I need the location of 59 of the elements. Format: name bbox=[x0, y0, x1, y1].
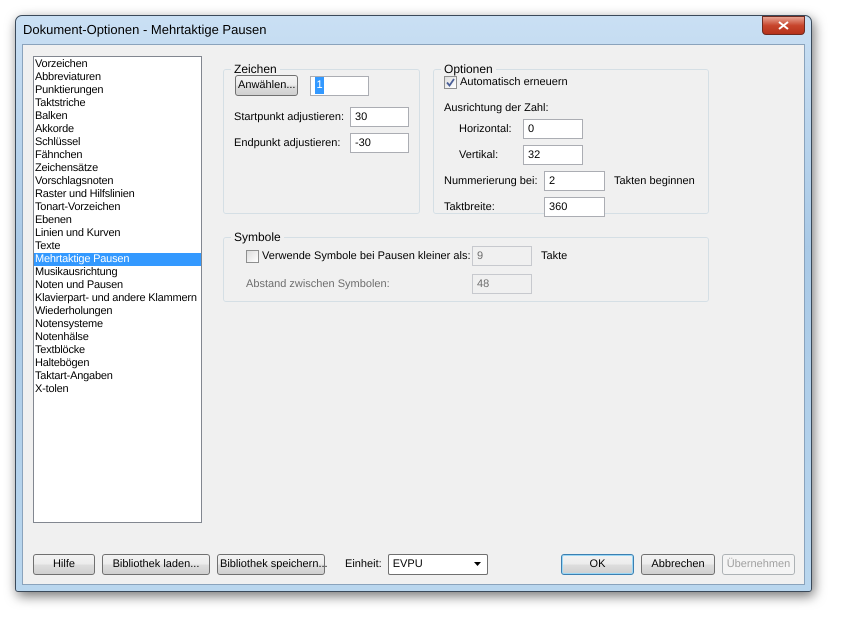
field-label: Vertikal: bbox=[459, 148, 500, 163]
list-item[interactable]: Noten und Pausen bbox=[34, 279, 201, 292]
list-item[interactable]: Taktstriche bbox=[34, 97, 201, 110]
list-item[interactable]: Notenhälse bbox=[34, 331, 201, 344]
list-item[interactable]: Punktierungen bbox=[34, 84, 201, 97]
list-item[interactable]: Tonart-Vorzeichen bbox=[34, 201, 201, 214]
group-title: Optionen bbox=[443, 62, 494, 76]
list-item[interactable]: Notensysteme bbox=[34, 318, 201, 331]
caret-icon bbox=[474, 562, 481, 566]
list-item[interactable]: Fähnchen bbox=[34, 149, 201, 162]
list-item[interactable]: Vorschlagsnoten bbox=[34, 175, 201, 188]
field-label: Takten beginnen bbox=[614, 174, 695, 189]
field-label: Taktbreite: bbox=[444, 200, 496, 215]
close-button[interactable] bbox=[762, 16, 805, 35]
list-item[interactable]: Textblöcke bbox=[34, 344, 201, 357]
field-label: Automatisch erneuern bbox=[460, 76, 568, 90]
list-item[interactable]: Zeichensätze bbox=[34, 162, 201, 175]
group-title: Zeichen bbox=[233, 62, 278, 76]
checkbox[interactable] bbox=[444, 76, 457, 89]
list-item[interactable]: X-tolen bbox=[34, 383, 201, 396]
list-item[interactable]: Musikausrichtung bbox=[34, 266, 201, 279]
text-field[interactable]: -30 bbox=[350, 133, 409, 153]
list-item[interactable]: Vorzeichen bbox=[34, 58, 201, 71]
unit-dropdown[interactable]: EVPU bbox=[388, 554, 488, 574]
list-item[interactable]: Linien und Kurven bbox=[34, 227, 201, 240]
field-label: Horizontal: bbox=[459, 122, 513, 137]
text-field[interactable]: 360 bbox=[544, 197, 605, 217]
field-label: Endpunkt adjustieren: bbox=[234, 136, 342, 151]
list-item[interactable]: Raster und Hilfslinien bbox=[34, 188, 201, 201]
list-item[interactable]: Texte bbox=[34, 240, 201, 253]
field-label: Verwende Symbole bei Pausen kleiner als: bbox=[262, 248, 472, 264]
list-item[interactable]: Haltebögen bbox=[34, 357, 201, 370]
list-item[interactable]: Klavierpart- und andere Klammern bbox=[34, 292, 201, 305]
list-item[interactable]: Akkorde bbox=[34, 123, 201, 136]
field-label: Einheit: bbox=[345, 556, 382, 572]
window-title: Dokument-Optionen - Mehrtaktige Pausen bbox=[22, 21, 267, 40]
list-item[interactable]: Balken bbox=[34, 110, 201, 123]
dialog-button[interactable]: Bibliothek speichern... bbox=[217, 554, 325, 574]
dialog-button[interactable]: OK bbox=[561, 554, 634, 574]
text-field[interactable]: 32 bbox=[523, 145, 583, 165]
field-label: Takte bbox=[541, 248, 568, 264]
dialog-button[interactable]: Bibliothek laden... bbox=[102, 554, 210, 574]
dialog-button[interactable]: Hilfe bbox=[33, 554, 95, 574]
text-field[interactable]: 0 bbox=[523, 119, 583, 139]
text-field[interactable]: 30 bbox=[350, 107, 409, 127]
list-item[interactable]: Taktart-Angaben bbox=[34, 370, 201, 383]
dialog-button[interactable]: Abbrechen bbox=[641, 554, 715, 574]
field-label: Nummerierung bei: bbox=[444, 174, 539, 189]
list-item[interactable]: Abbreviaturen bbox=[34, 71, 201, 84]
close-icon bbox=[778, 21, 789, 30]
field-label: Startpunkt adjustieren: bbox=[234, 110, 346, 125]
list-item[interactable]: Wiederholungen bbox=[34, 305, 201, 318]
list-item[interactable]: Ebenen bbox=[34, 214, 201, 227]
list-item[interactable]: Schlüssel bbox=[34, 136, 201, 149]
text-field[interactable]: 2 bbox=[544, 171, 605, 191]
group-title: Symbole bbox=[233, 230, 282, 244]
field-label: Abstand zwischen Symbolen: bbox=[246, 276, 391, 292]
select-button[interactable]: Anwählen... bbox=[235, 75, 298, 96]
field-label: Ausrichtung der Zahl: bbox=[444, 100, 549, 116]
